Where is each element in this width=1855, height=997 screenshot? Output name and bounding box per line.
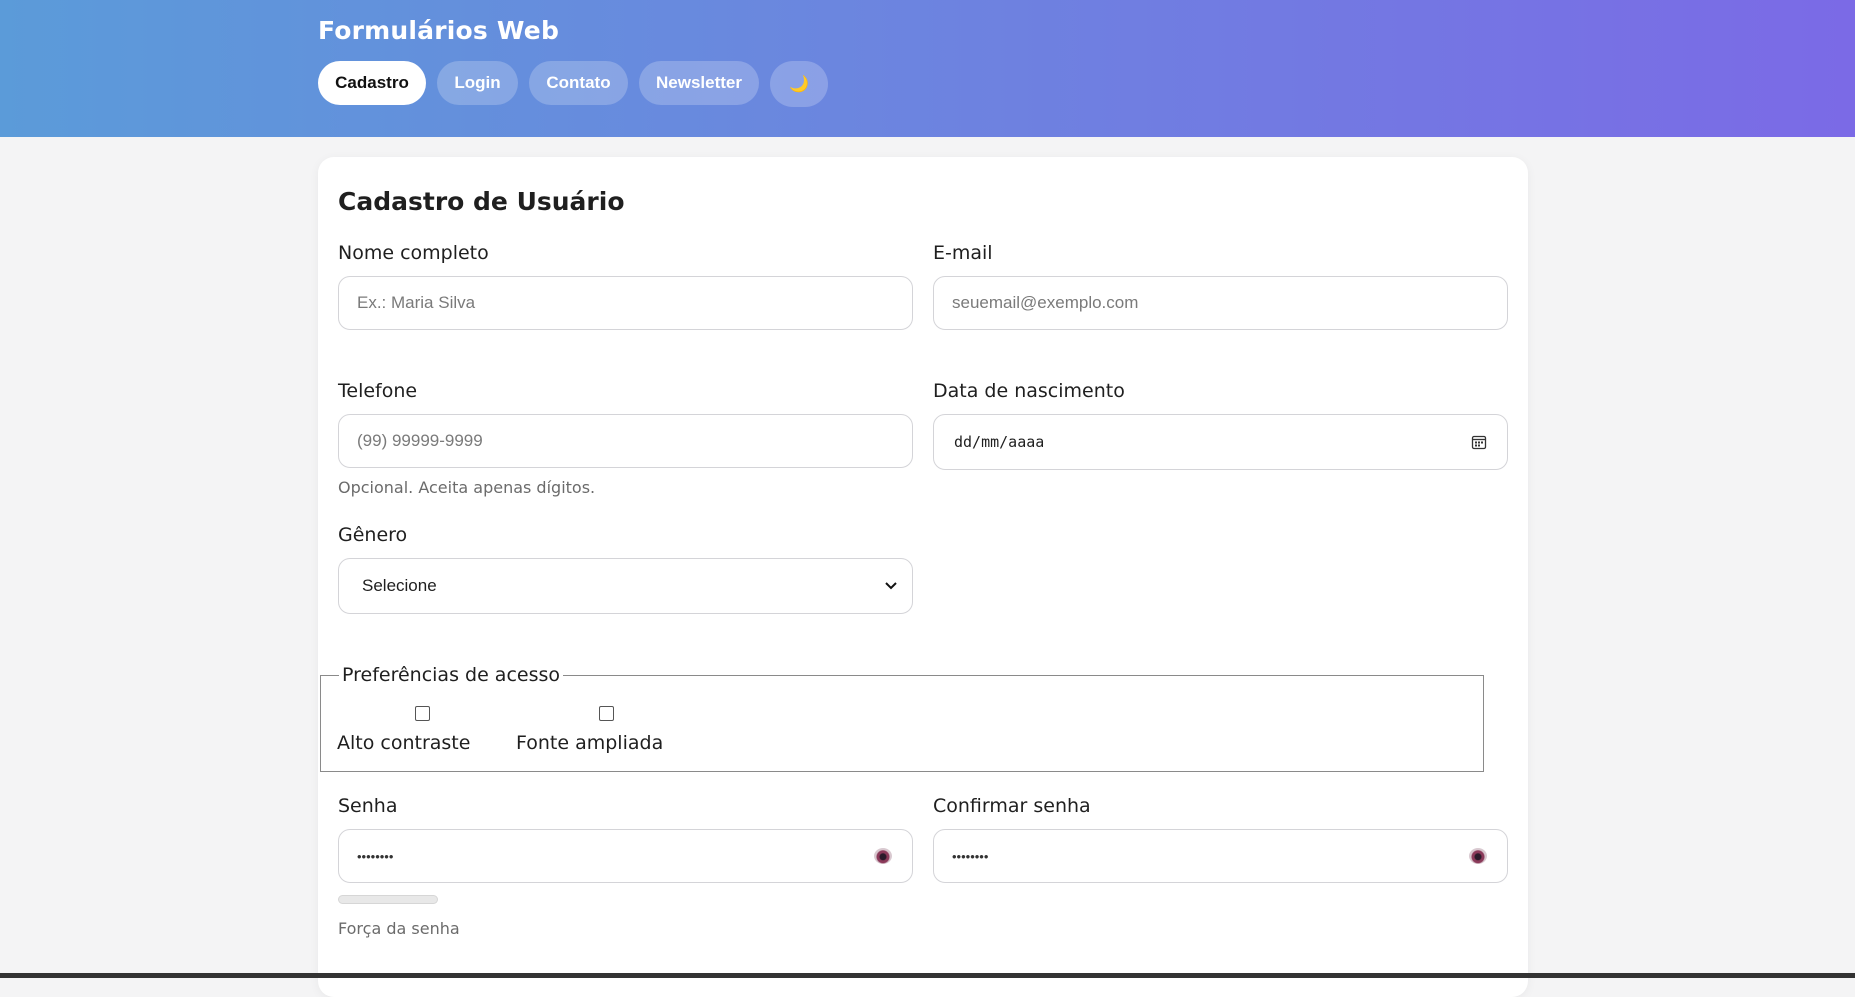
bottom-edge [0, 973, 1855, 978]
large-font-checkbox[interactable] [599, 706, 614, 721]
email-label: E-mail [933, 242, 993, 264]
high-contrast-checkbox[interactable] [415, 706, 430, 721]
confirm-password-input[interactable]: •••••••• [933, 829, 1508, 883]
confirm-password-value: •••••••• [952, 848, 989, 864]
registration-card: Cadastro de Usuário Nome completo E-mail… [318, 157, 1528, 997]
phone-hint: Opcional. Aceita apenas dígitos. [338, 478, 596, 497]
large-font-label[interactable]: Fonte ampliada [516, 732, 663, 754]
email-input[interactable] [933, 276, 1508, 330]
password-strength-bar [338, 895, 438, 904]
nav-cadastro[interactable]: Cadastro [318, 61, 426, 105]
name-input[interactable] [338, 276, 913, 330]
birthdate-label: Data de nascimento [933, 380, 1125, 402]
password-value: •••••••• [357, 848, 394, 864]
high-contrast-label[interactable]: Alto contraste [337, 732, 470, 754]
eye-icon[interactable] [874, 848, 892, 864]
access-preferences-legend: Preferências de acesso [339, 664, 564, 686]
gender-selected-value: Selecione [362, 576, 437, 595]
app-title: Formulários Web [318, 16, 560, 45]
nav-newsletter[interactable]: Newsletter [639, 61, 759, 105]
password-label: Senha [338, 795, 398, 817]
password-input[interactable]: •••••••• [338, 829, 913, 883]
birthdate-input[interactable]: dd/mm/aaaa [933, 414, 1508, 470]
phone-input[interactable] [338, 414, 913, 468]
gender-label: Gênero [338, 524, 408, 546]
nav-contato[interactable]: Contato [529, 61, 628, 105]
nav-login[interactable]: Login [437, 61, 518, 105]
birthdate-value: dd/mm/aaaa [954, 433, 1045, 451]
confirm-password-label: Confirmar senha [933, 795, 1091, 817]
name-label: Nome completo [338, 242, 489, 264]
app-header: Formulários Web Cadastro Login Contato N… [0, 0, 1855, 137]
gender-select[interactable]: Selecione [338, 558, 913, 614]
chevron-down-icon [885, 582, 897, 590]
page-title: Cadastro de Usuário [338, 187, 625, 216]
main-nav: Cadastro Login Contato Newsletter 🌙 [318, 61, 828, 107]
calendar-icon[interactable] [1471, 434, 1487, 450]
phone-label: Telefone [338, 380, 418, 402]
moon-icon: 🌙 [789, 76, 809, 93]
theme-toggle-button[interactable]: 🌙 [770, 61, 828, 107]
access-preferences-fieldset: Preferências de acesso Alto contraste Fo… [320, 664, 1484, 772]
password-strength-label: Força da senha [338, 919, 460, 938]
eye-icon[interactable] [1469, 848, 1487, 864]
